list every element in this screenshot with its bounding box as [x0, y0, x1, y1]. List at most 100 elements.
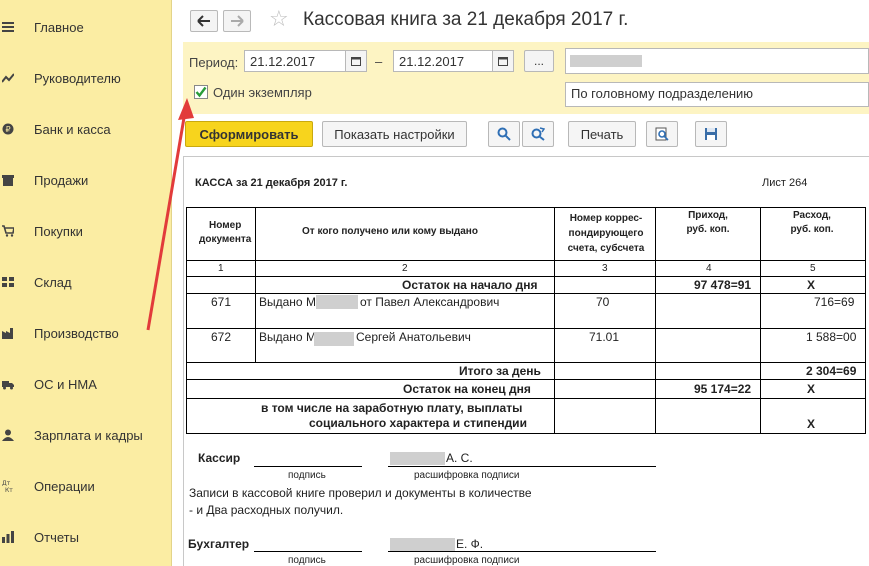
sidebar-item-label: Покупки: [34, 223, 83, 239]
sidebar-item-label: Руководителю: [34, 70, 121, 86]
search-button[interactable]: [488, 121, 520, 147]
sidebar-item-bank[interactable]: ₽ Банк и касса: [0, 114, 172, 144]
cashier-decoding-caption: расшифровка подписи: [414, 470, 520, 481]
row-who-suffix: от Павел Александрович: [360, 295, 500, 309]
division-field[interactable]: По головному подразделению: [565, 82, 869, 107]
organization-field[interactable]: [565, 48, 869, 74]
opening-balance-expense: X: [807, 278, 816, 292]
accountant-name: Е. Ф.: [456, 537, 484, 551]
search-refresh-button[interactable]: [522, 121, 554, 147]
factory-icon: [0, 325, 16, 341]
col-number-1: 1: [218, 263, 224, 274]
checkmark-icon: [195, 86, 207, 98]
show-settings-button[interactable]: Показать настройки: [322, 121, 467, 147]
sidebar: Главное Руководителю ₽ Банк и касса Прод…: [0, 0, 172, 566]
col-number-5: 5: [810, 263, 816, 274]
search-refresh-icon: [531, 127, 545, 141]
closing-balance-expense: X: [807, 382, 816, 396]
cashier-name: А. С.: [446, 451, 473, 465]
sidebar-item-label: Зарплата и кадры: [34, 427, 143, 443]
sidebar-item-label: Продажи: [34, 172, 89, 188]
row-who-prefix: Выдано М: [259, 295, 316, 309]
including-expense: X: [807, 417, 816, 431]
sidebar-item-label: Операции: [34, 478, 95, 494]
save-button[interactable]: [695, 121, 727, 147]
print-button[interactable]: Печать: [568, 121, 636, 147]
sidebar-item-label: Банк и касса: [34, 121, 111, 137]
preview-button[interactable]: [646, 121, 678, 147]
shop-icon: [0, 172, 16, 188]
favorite-star-icon[interactable]: ☆: [269, 8, 289, 30]
page-title: Кассовая книга за 21 декабря 2017 г.: [303, 9, 629, 30]
floppy-save-icon: [705, 128, 717, 140]
truck-icon: [0, 376, 16, 392]
sidebar-item-label: Склад: [34, 274, 72, 290]
generate-button[interactable]: Сформировать: [185, 121, 313, 147]
sidebar-item-reports[interactable]: Отчеты: [0, 522, 172, 552]
report-params: Период: 21.12.2017 – 21.12.2017 ... Один…: [183, 42, 869, 114]
sidebar-item-main[interactable]: Главное: [0, 12, 172, 42]
accountant-label: Бухгалтер: [188, 537, 250, 551]
person-icon: [0, 427, 16, 443]
sidebar-item-warehouse[interactable]: Склад: [0, 267, 172, 297]
reports-icon: [0, 529, 16, 545]
checked-line-1: Записи в кассовой книге проверил и докум…: [189, 486, 532, 500]
single-copy-label: Один экземпляр: [213, 85, 312, 100]
closing-balance-label: Остаток на конец дня: [403, 382, 531, 396]
redacted-surname: [314, 332, 354, 346]
date-from-field[interactable]: 21.12.2017: [244, 50, 346, 72]
sidebar-item-sales[interactable]: Продажи: [0, 165, 172, 195]
including-line-2: социального характера и стипендии: [309, 416, 527, 430]
arrow-right-icon: [231, 15, 244, 27]
accountant-decoding-caption: расшифровка подписи: [414, 555, 520, 566]
dt-kt-icon: Дт Кт: [0, 478, 16, 494]
calendar-to-button[interactable]: [492, 50, 514, 72]
sidebar-item-salary[interactable]: Зарплата и кадры: [0, 420, 172, 450]
sidebar-item-production[interactable]: Производство: [0, 318, 172, 348]
back-button[interactable]: [190, 10, 218, 32]
including-line-1: в том числе на заработную плату, выплаты: [261, 401, 523, 415]
redacted-surname: [316, 295, 358, 309]
col-header-account: Номер коррес-пондирующего счета, субсчета: [567, 213, 645, 254]
day-total-expense: 2 304=69: [806, 364, 857, 378]
calendar-from-button[interactable]: [345, 50, 367, 72]
period-dash: –: [375, 54, 383, 69]
svg-text:Дт: Дт: [2, 480, 11, 487]
date-to-field[interactable]: 21.12.2017: [393, 50, 493, 72]
forward-button[interactable]: [223, 10, 251, 32]
sidebar-item-manager[interactable]: Руководителю: [0, 63, 172, 93]
col-header-who: От кого получено или кому выдано: [302, 226, 478, 237]
row-account: 71.01: [589, 330, 620, 344]
row-doc-number: 671: [211, 295, 232, 309]
period-label: Период:: [189, 55, 239, 70]
period-select-button[interactable]: ...: [524, 50, 554, 72]
col-header-doc: Номер документа: [199, 220, 252, 245]
calendar-icon: [498, 57, 508, 66]
warehouse-icon: [0, 274, 16, 290]
sidebar-item-fixed-assets[interactable]: ОС и НМА: [0, 369, 172, 399]
main-panel: ☆ Кассовая книга за 21 декабря 2017 г. П…: [173, 0, 869, 566]
sidebar-item-label: Главное: [34, 19, 84, 35]
cashier-signature-caption: подпись: [288, 470, 326, 481]
redacted-accountant-name: [390, 538, 455, 551]
row-who-prefix: Выдано М: [259, 330, 316, 344]
checked-line-2: - и Два расходных получил.: [189, 503, 344, 517]
accountant-signature-caption: подпись: [288, 555, 326, 566]
col-header-income: Приход, руб. коп.: [686, 210, 730, 235]
sidebar-item-operations[interactable]: Дт Кт Операции: [0, 471, 172, 501]
row-account: 70: [596, 295, 610, 309]
col-number-4: 4: [706, 263, 712, 274]
col-number-2: 2: [402, 263, 408, 274]
report-document: КАССА за 21 декабря 2017 г. Лист 264 Ном…: [183, 156, 869, 566]
print-preview-icon: [655, 127, 669, 141]
report-sheet-number: Лист 264: [762, 177, 808, 189]
closing-balance-income: 95 174=22: [694, 382, 752, 396]
sidebar-item-purchases[interactable]: Покупки: [0, 216, 172, 246]
menu-icon: [0, 19, 16, 35]
arrow-left-icon: [197, 15, 210, 27]
svg-text:Кт: Кт: [5, 487, 13, 493]
opening-balance-label: Остаток на начало дня: [402, 278, 538, 292]
single-copy-checkbox[interactable]: [194, 85, 208, 99]
row-who-suffix: Сергей Анатольевич: [356, 330, 471, 344]
col-number-3: 3: [602, 263, 608, 274]
